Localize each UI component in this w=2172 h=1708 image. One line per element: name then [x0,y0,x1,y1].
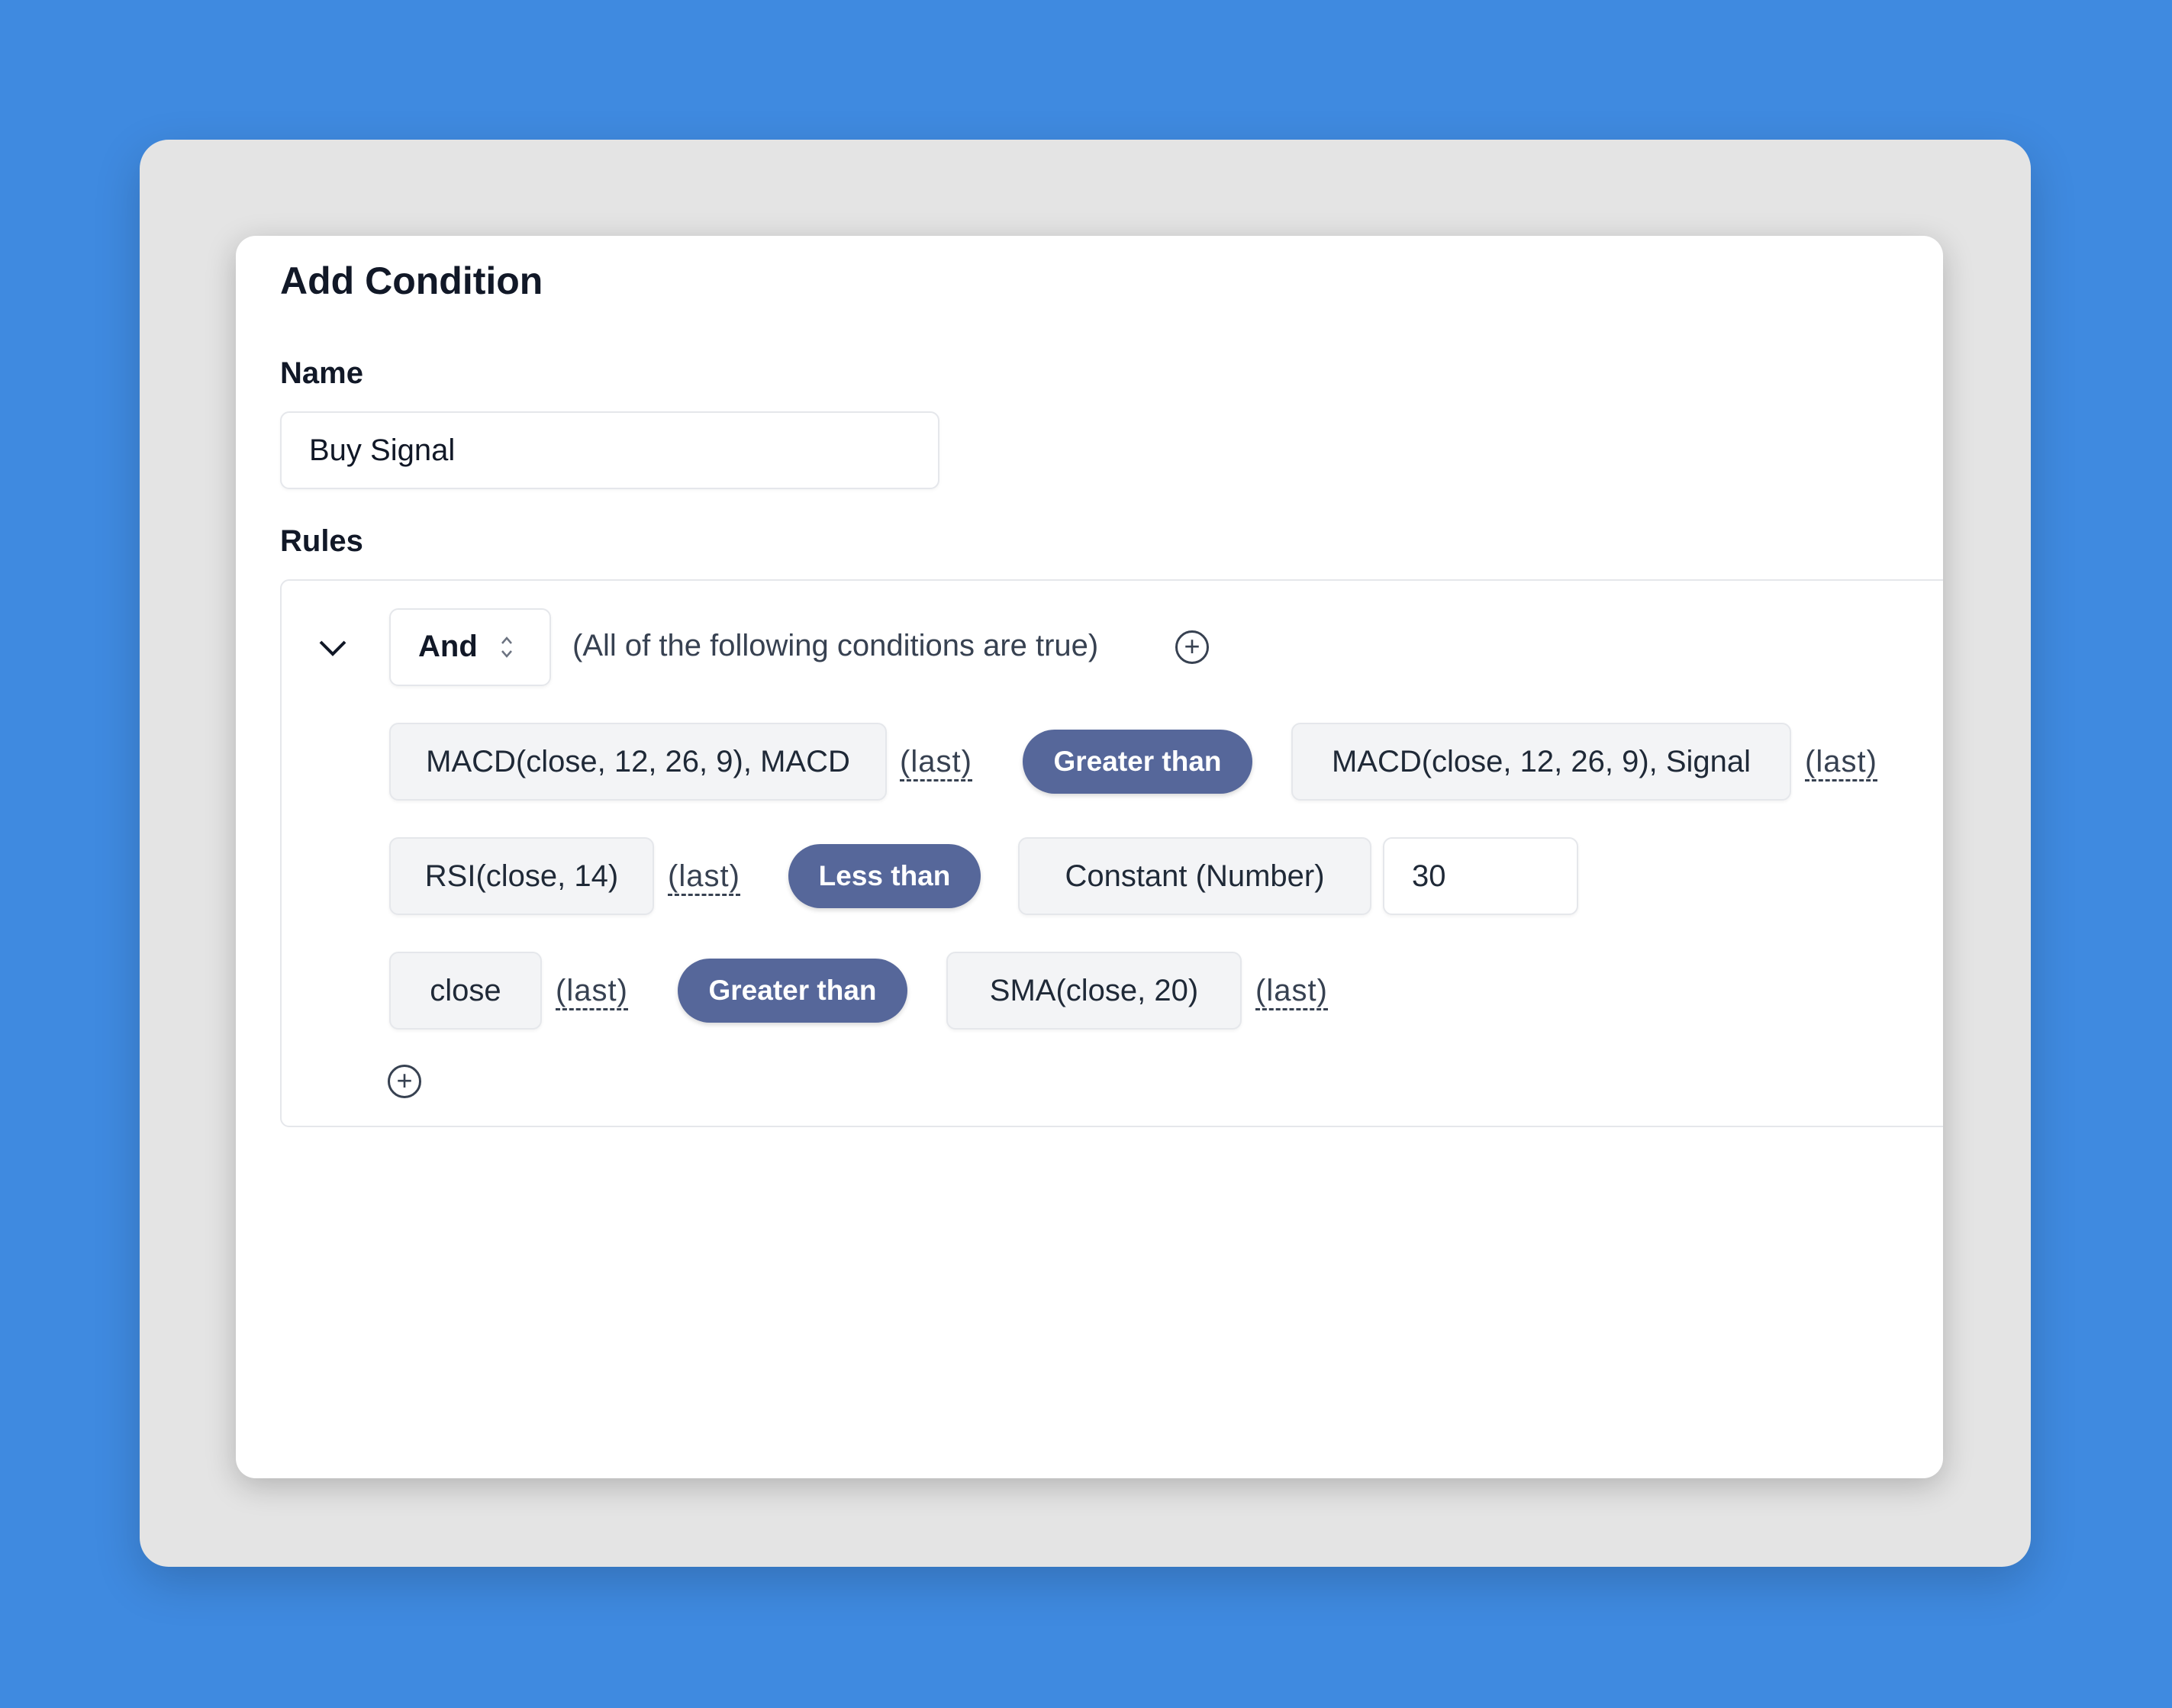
rule-1-right-operand[interactable]: MACD(close, 12, 26, 9), Signal [1291,723,1791,801]
add-condition-plus-icon[interactable]: + [388,1065,421,1098]
rule-1-left-operand[interactable]: MACD(close, 12, 26, 9), MACD [389,723,887,801]
rules-group: And (All of the following conditions are… [280,579,1943,1127]
rules-label: Rules [280,524,363,558]
rule-2-comparator[interactable]: Less than [788,844,981,908]
operator-value: And [418,630,478,663]
group-description: (All of the following conditions are tru… [572,629,1099,662]
add-rule-plus-icon[interactable]: + [1175,630,1209,664]
rule-1-comparator[interactable]: Greater than [1023,730,1252,794]
name-input[interactable]: Buy Signal [280,411,939,489]
chevron-up-down-icon [501,636,512,658]
chevron-down-icon[interactable] [317,639,348,657]
operator-select[interactable]: And [389,608,551,686]
rule-3-comparator[interactable]: Greater than [678,959,907,1023]
dialog-title: Add Condition [280,259,543,302]
name-label: Name [280,356,363,390]
add-condition-dialog: Add Condition Name Buy Signal Rules And … [236,236,1943,1478]
rule-2-right-operand[interactable]: Constant (Number) [1018,837,1371,915]
rule-2-left-mode[interactable]: (last) [668,859,740,896]
rule-1-right-mode[interactable]: (last) [1805,744,1877,781]
rule-3-right-operand[interactable]: SMA(close, 20) [946,952,1242,1030]
rule-3-left-operand[interactable]: close [389,952,542,1030]
rule-2-value-input[interactable]: 30 [1383,837,1578,915]
rule-3-left-mode[interactable]: (last) [556,973,628,1010]
rule-1-left-mode[interactable]: (last) [900,744,972,781]
rule-2-left-operand[interactable]: RSI(close, 14) [389,837,654,915]
rule-3-right-mode[interactable]: (last) [1255,973,1328,1010]
